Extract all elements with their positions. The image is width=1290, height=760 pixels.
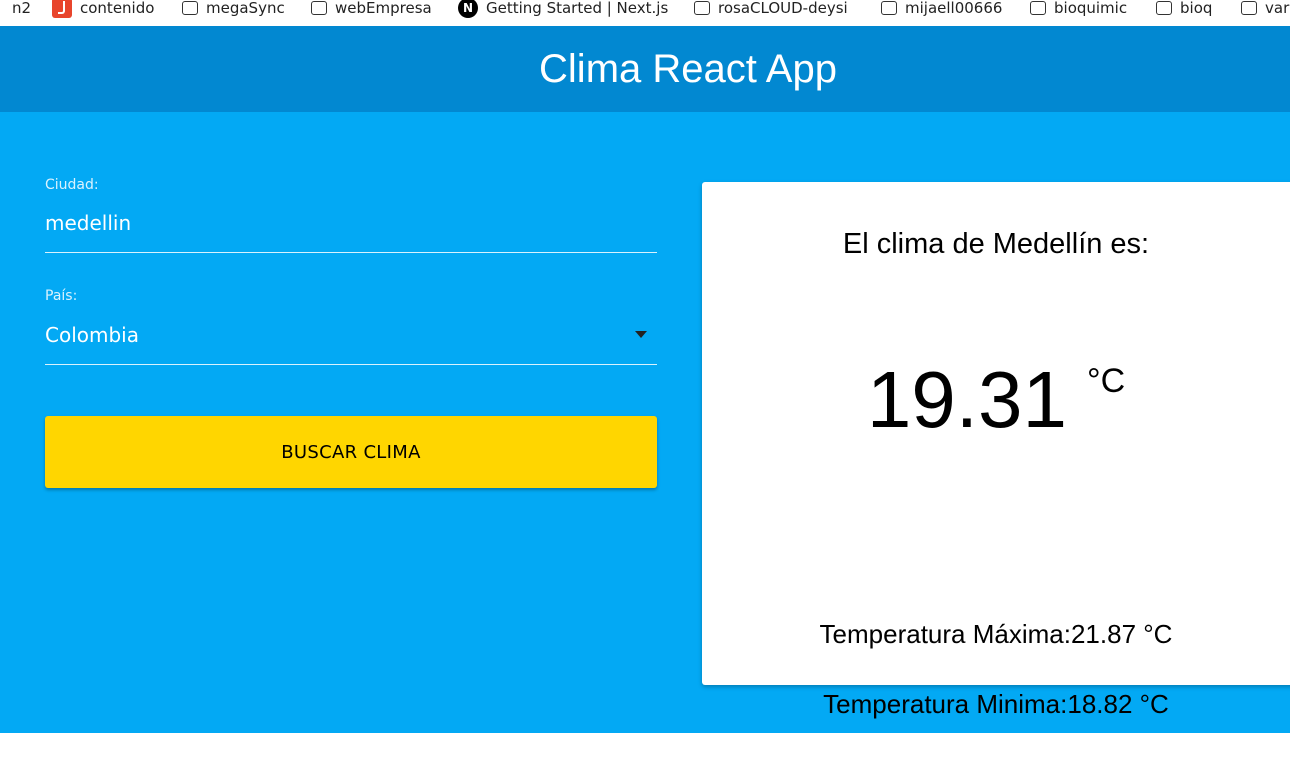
main-section: Ciudad: medellin País: Colombia BUSCAR C… (0, 112, 1290, 733)
bookmark-label: contenido (80, 0, 155, 17)
app-header: Clima React App (0, 26, 1290, 112)
bookmark-var[interactable]: var (1241, 0, 1289, 21)
bookmark-label: rosaCLOUD-deysi (718, 0, 848, 17)
bookmark-label: n2 (12, 0, 32, 17)
result-title: El clima de Medellín es: (842, 228, 1150, 260)
bookmark-contenido[interactable]: contenido (52, 0, 154, 21)
country-select[interactable]: Colombia (45, 323, 139, 347)
folder-icon (1241, 1, 1257, 15)
country-label: País: (45, 288, 78, 304)
chevron-down-icon[interactable] (635, 331, 647, 338)
bookmark-bioq[interactable]: bioq (1156, 0, 1212, 21)
bookmark-label: Getting Started | Next.js (486, 0, 669, 17)
folder-icon (694, 1, 710, 15)
folder-icon (1030, 1, 1046, 15)
bookmark-label: megaSync (206, 0, 285, 17)
temperature-value: 19.31 (866, 355, 1068, 444)
min-temperature: Temperatura Minima:18.82 °C (823, 689, 1169, 719)
bookmark-getting-started[interactable]: N Getting Started | Next.js (458, 0, 668, 21)
app-icon (52, 0, 72, 18)
city-input[interactable]: medellin (45, 211, 131, 235)
folder-icon (311, 1, 327, 15)
page-title: Clima React App (539, 46, 837, 91)
bookmark-rosacloud[interactable]: rosaCLOUD-deysi (694, 0, 848, 21)
city-label: Ciudad: (45, 177, 99, 193)
search-weather-button[interactable]: BUSCAR CLIMA (45, 416, 657, 488)
nextjs-icon: N (458, 0, 478, 18)
folder-icon (182, 1, 198, 15)
bookmark-label: webEmpresa (335, 0, 432, 17)
folder-icon (881, 1, 897, 15)
max-temperature: Temperatura Máxima:21.87 °C (819, 619, 1173, 649)
folder-icon (1156, 1, 1172, 15)
bookmark-webempresa[interactable]: webEmpresa (311, 0, 432, 21)
bookmark-bioquimic[interactable]: bioquimic (1030, 0, 1127, 21)
city-underline (45, 252, 657, 253)
bookmark-label: bioq (1180, 0, 1213, 17)
bookmarks-bar: n2 contenido megaSync webEmpresa N Getti… (0, 0, 1290, 26)
bookmark-n2[interactable]: n2 (12, 0, 31, 21)
city-field[interactable]: Ciudad: medellin (45, 177, 657, 253)
bookmark-megasync[interactable]: megaSync (182, 0, 285, 21)
country-field[interactable]: País: Colombia (45, 288, 657, 365)
bookmark-label: var (1265, 0, 1290, 17)
bookmark-mijaell[interactable]: mijaell00666 (881, 0, 1002, 21)
temperature-display: 19.31 °C (702, 360, 1290, 440)
bookmark-label: mijaell00666 (905, 0, 1003, 17)
temperature-unit: °C (1087, 362, 1126, 400)
country-underline (45, 364, 657, 365)
bookmark-label: bioquimic (1054, 0, 1128, 17)
weather-result-card: El clima de Medellín es: 19.31 °C Tempera… (702, 182, 1290, 719)
